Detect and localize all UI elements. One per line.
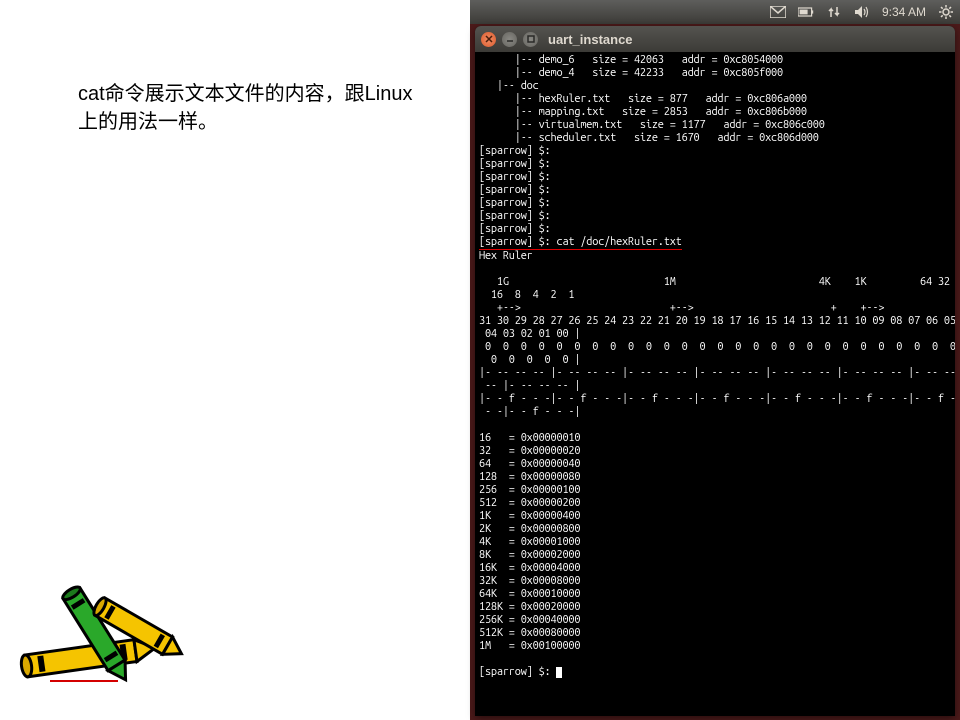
- red-underline-decoration: [50, 680, 118, 682]
- window-maximize-button[interactable]: [523, 32, 538, 47]
- network-icon[interactable]: [826, 4, 842, 20]
- clock-text[interactable]: 9:34 AM: [882, 5, 926, 19]
- window-titlebar: uart_instance: [475, 26, 955, 52]
- desc-line2: 上的用法一样。: [78, 111, 218, 133]
- terminal-output[interactable]: |-- demo_6 size = 42063 addr = 0xc805400…: [475, 52, 955, 716]
- battery-icon[interactable]: [798, 4, 814, 20]
- terminal-window: uart_instance |-- demo_6 size = 42063 ad…: [475, 26, 955, 716]
- mail-icon[interactable]: [770, 4, 786, 20]
- description-text: cat命令展示文本文件的内容，跟Linux 上的用法一样。: [78, 80, 413, 136]
- crayons-image: [5, 580, 190, 700]
- ubuntu-top-bar: 9:34 AM: [470, 0, 960, 24]
- ubuntu-desktop: 9:34 AM uart_instance |-- demo_6 size = …: [470, 0, 960, 720]
- window-minimize-button[interactable]: [502, 32, 517, 47]
- gear-icon[interactable]: [938, 4, 954, 20]
- desc-line1: cat命令展示文本文件的内容，跟Linux: [78, 83, 413, 105]
- window-title: uart_instance: [548, 32, 633, 47]
- crayons-icon: [5, 580, 190, 700]
- window-close-button[interactable]: [481, 32, 496, 47]
- volume-icon[interactable]: [854, 4, 870, 20]
